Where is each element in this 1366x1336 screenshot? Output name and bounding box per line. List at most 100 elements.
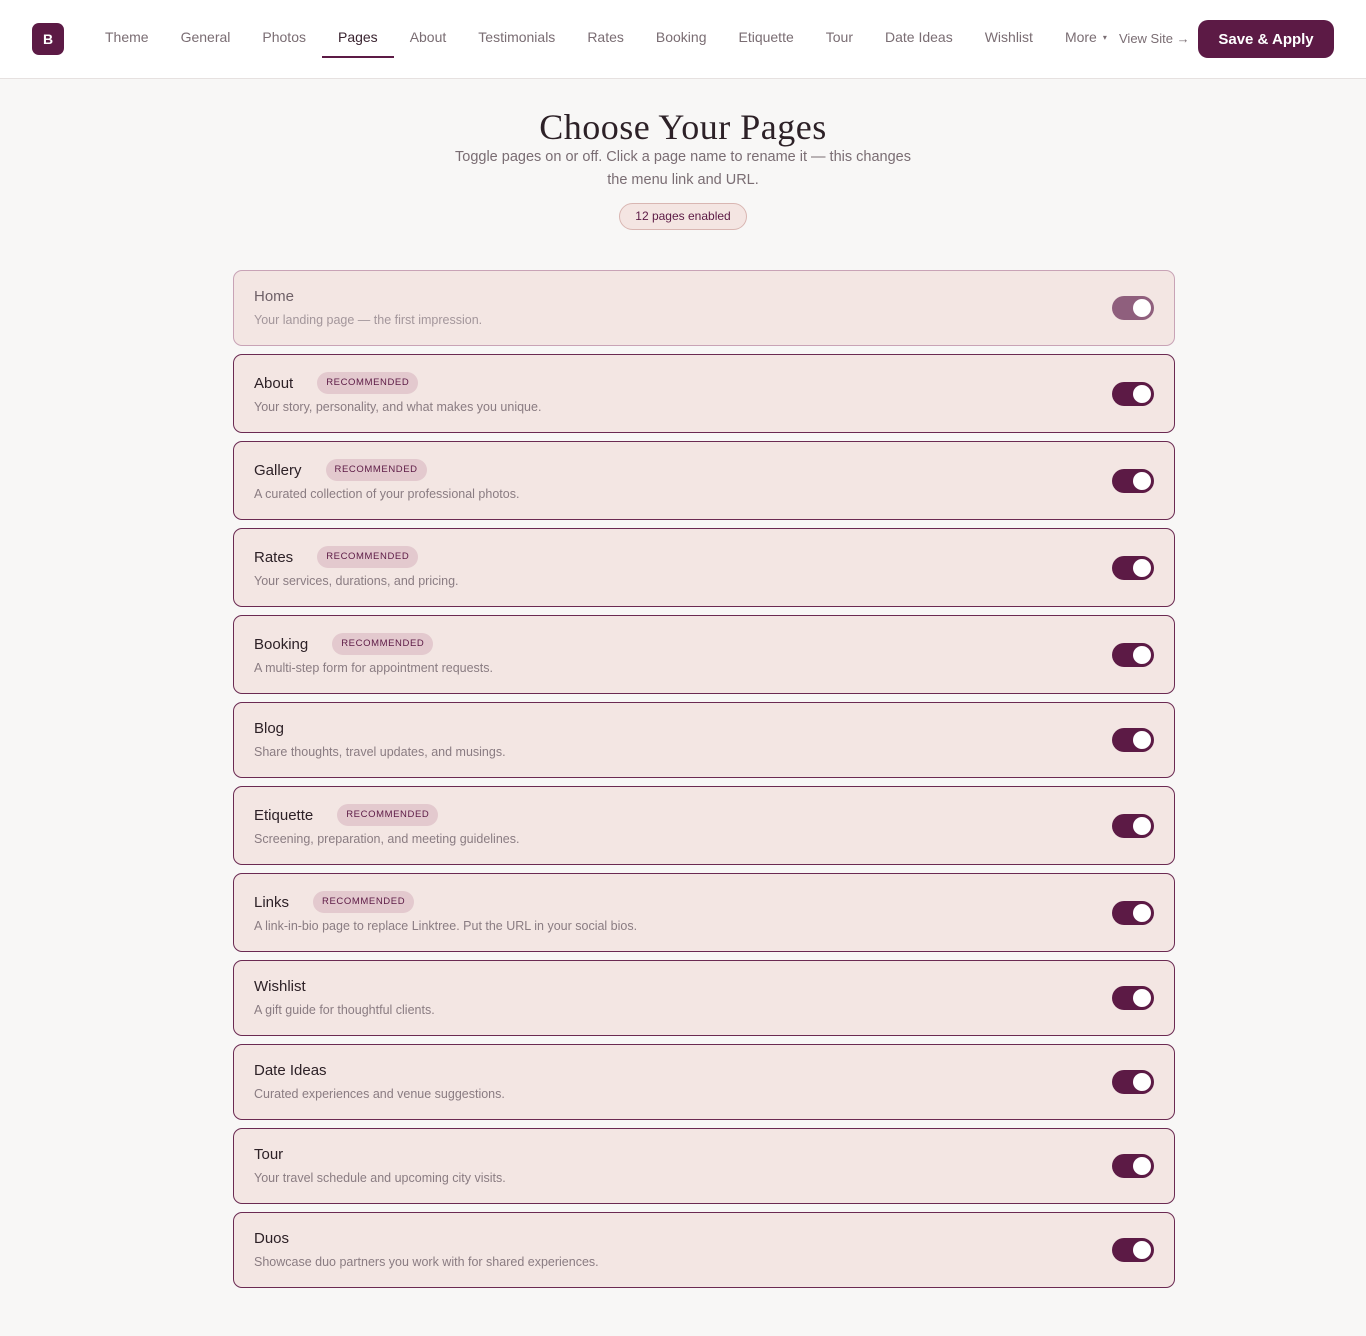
page-name[interactable]: Home [254, 288, 294, 305]
page-card-etiquette[interactable]: Etiquette RECOMMENDED Screening, preparati… [233, 786, 1175, 865]
page-card-gallery[interactable]: Gallery RECOMMENDED A curated collection o… [233, 441, 1175, 520]
page-toggle-switch[interactable] [1112, 813, 1154, 838]
top-navigation-bar: B Theme General Photos Pages About Testimonia… [0, 0, 1366, 79]
tab-label: Booking [655, 29, 707, 45]
toggle-knob [1133, 816, 1151, 835]
tab-testimonials[interactable]: Testimonials [462, 0, 571, 78]
recommended-badge: RECOMMENDED [337, 804, 439, 826]
tab-label: Wishlist [984, 29, 1033, 45]
page-card-blog[interactable]: Blog Share thoughts, travel updates, and … [233, 702, 1175, 778]
page-description: A multi-step form for appointment reques… [254, 661, 493, 675]
page-toggle-switch[interactable] [1112, 1238, 1154, 1262]
tab-booking[interactable]: Booking [640, 0, 723, 78]
toggle-knob [1133, 299, 1151, 317]
page-toggle-switch[interactable] [1112, 468, 1154, 493]
page-card-header: Etiquette RECOMMENDED [254, 804, 439, 826]
tab-label: More [1064, 29, 1097, 45]
tab-date-ideas[interactable]: Date Ideas [869, 0, 969, 78]
page-toggle-switch[interactable] [1112, 555, 1154, 580]
tab-photos[interactable]: Photos [246, 0, 322, 78]
page-card-home[interactable]: Home Your landing page — the first impres… [233, 270, 1175, 346]
page-description: Your story, personality, and what makes … [254, 400, 542, 414]
page-toggle-switch[interactable] [1112, 1154, 1154, 1178]
tab-tour[interactable]: Tour [810, 0, 869, 78]
toggle-knob [1133, 903, 1151, 922]
toggle-knob [1133, 1157, 1151, 1175]
tab-rates[interactable]: Rates [571, 0, 640, 78]
page-toggle-switch[interactable] [1112, 642, 1154, 667]
page-toggle-switch[interactable] [1112, 1070, 1154, 1094]
page-description: A link-in-bio page to replace Linktree. … [254, 919, 638, 933]
page-description: Your travel schedule and upcoming city v… [254, 1171, 506, 1185]
toggle-knob [1133, 989, 1151, 1007]
tab-pages[interactable]: Pages [321, 0, 394, 78]
tab-theme[interactable]: Theme [89, 0, 165, 78]
page-toggle-switch[interactable] [1112, 900, 1154, 925]
tab-label: Pages [337, 29, 378, 45]
save-and-apply-button[interactable]: Save & Apply [1198, 20, 1334, 58]
page-card-tour[interactable]: Tour Your travel schedule and upcoming ci… [233, 1128, 1175, 1204]
page-subtitle: Toggle pages on or off. Click a page nam… [455, 149, 911, 188]
page-card-header: Booking RECOMMENDED [254, 633, 434, 655]
caret-down-icon: ▾ [1102, 33, 1107, 42]
page-list: Home Your landing page — the first impres… [233, 270, 1175, 1296]
recommended-badge: RECOMMENDED [313, 891, 415, 913]
toggle-knob [1133, 471, 1151, 490]
recommended-badge: RECOMMENDED [317, 546, 419, 568]
page-card-header: Links RECOMMENDED [254, 891, 415, 913]
page-card-header: Blog [254, 720, 284, 737]
brand-logo[interactable]: B [32, 23, 64, 55]
tab-more[interactable]: More ▾ [1049, 0, 1123, 78]
tab-etiquette[interactable]: Etiquette [722, 0, 809, 78]
page-card-header: Tour [254, 1146, 283, 1163]
page-card-header: Gallery RECOMMENDED [254, 459, 427, 481]
page-name[interactable]: Links [254, 894, 289, 911]
tab-about[interactable]: About [394, 0, 463, 78]
page-toggle-switch[interactable] [1112, 381, 1154, 406]
view-site-link[interactable]: View Site → [1119, 31, 1190, 46]
page-name[interactable]: Gallery [254, 462, 302, 479]
tab-label: General [180, 29, 231, 45]
page-name[interactable]: Duos [254, 1230, 289, 1247]
page-card-header: About RECOMMENDED [254, 372, 419, 394]
page-toggle-switch[interactable] [1112, 986, 1154, 1010]
page-name[interactable]: Date Ideas [254, 1062, 327, 1079]
tab-label: Photos [262, 29, 306, 45]
page-card-about[interactable]: About RECOMMENDED Your story, personality,… [233, 354, 1175, 433]
page-name[interactable]: Wishlist [254, 978, 306, 995]
page-name[interactable]: Tour [254, 1146, 283, 1163]
pages-enabled-count-badge: 12 pages enabled [619, 203, 747, 230]
toggle-knob [1133, 645, 1151, 664]
page-name[interactable]: Blog [254, 720, 284, 737]
page-name[interactable]: About [254, 375, 293, 392]
page-card-header: Duos [254, 1230, 289, 1247]
tab-label: Testimonials [478, 29, 556, 45]
page-description: Showcase duo partners you work with for … [254, 1255, 599, 1269]
page-description: Curated experiences and venue suggestion… [254, 1087, 505, 1101]
page-toggle-switch [1112, 296, 1154, 320]
page-card-date-ideas[interactable]: Date Ideas Curated experiences and venue … [233, 1044, 1175, 1120]
page-card-wishlist[interactable]: Wishlist A gift guide for thoughtful clie… [233, 960, 1175, 1036]
page-card-header: Rates RECOMMENDED [254, 546, 419, 568]
tab-wishlist[interactable]: Wishlist [969, 0, 1049, 78]
toggle-knob [1133, 1241, 1151, 1259]
page-description: Share thoughts, travel updates, and musi… [254, 745, 506, 759]
page-name[interactable]: Etiquette [254, 807, 313, 824]
tab-general[interactable]: General [165, 0, 247, 78]
tab-label: Rates [587, 29, 624, 45]
recommended-badge: RECOMMENDED [325, 459, 427, 481]
page-card-booking[interactable]: Booking RECOMMENDED A multi-step form for … [233, 615, 1175, 694]
page-card-header: Date Ideas [254, 1062, 327, 1079]
recommended-badge: RECOMMENDED [317, 372, 419, 394]
page-title: Choose Your Pages [539, 107, 827, 147]
page-description: Screening, preparation, and meeting guid… [254, 832, 520, 846]
main-tabs: Theme General Photos Pages About Testimonials… [89, 0, 1123, 78]
page-name[interactable]: Rates [254, 549, 293, 566]
page-toggle-switch[interactable] [1112, 728, 1154, 752]
page-name[interactable]: Booking [254, 636, 308, 653]
page-card-duos[interactable]: Duos Showcase duo partners you work with … [233, 1212, 1175, 1288]
page-card-rates[interactable]: Rates RECOMMENDED Your services, durations… [233, 528, 1175, 607]
tab-label: Date Ideas [884, 29, 953, 45]
page-card-links[interactable]: Links RECOMMENDED A link-in-bio page to re… [233, 873, 1175, 952]
tab-label: Etiquette [738, 29, 794, 45]
